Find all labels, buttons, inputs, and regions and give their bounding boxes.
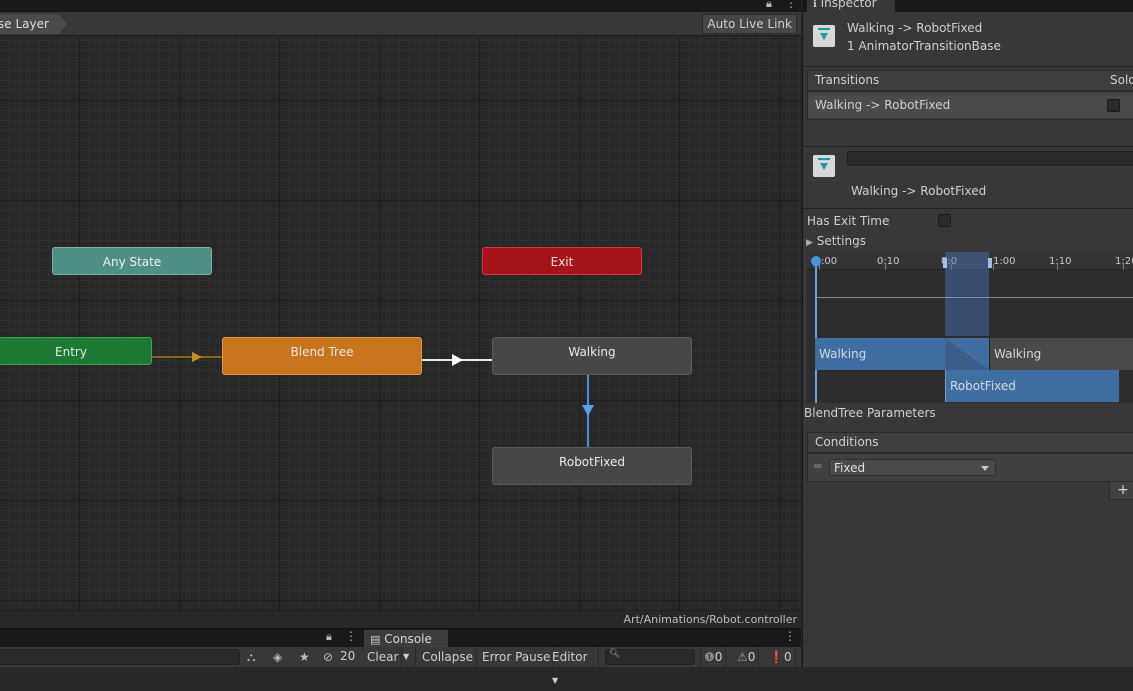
- state-robot-fixed[interactable]: RobotFixed: [492, 447, 692, 485]
- lock-icon[interactable]: 🔒︎: [766, 0, 772, 11]
- transition-detail-title: Walking -> RobotFixed: [851, 184, 987, 198]
- object-title: Walking -> RobotFixed: [847, 21, 983, 35]
- has-exit-time-checkbox[interactable]: [938, 214, 951, 227]
- console-icon: ▤: [370, 633, 381, 646]
- transition-object-icon: [813, 25, 835, 47]
- transition-row-label: Walking -> RobotFixed: [815, 98, 951, 112]
- transitions-list-header: Transitions Solo: [807, 70, 1133, 91]
- clip-blend-triangle: [945, 338, 989, 370]
- more-menu-icon[interactable]: ⋮: [345, 629, 357, 643]
- log-filter-toggle[interactable]: ❶0: [700, 647, 727, 667]
- add-condition-button[interactable]: +: [1109, 482, 1133, 500]
- project-toolbar: ⛬ ◈ ★ ⊘ 20: [0, 647, 362, 667]
- divider: [803, 66, 1133, 67]
- auto-live-link-button[interactable]: Auto Live Link: [702, 14, 797, 34]
- favorites-star-icon[interactable]: ★: [299, 650, 310, 664]
- state-exit[interactable]: Exit: [482, 247, 642, 275]
- conditions-list: ═ Fixed: [807, 453, 1133, 482]
- timeline-label: 0:10: [877, 256, 900, 267]
- weight-curve: [817, 297, 1133, 298]
- filter-by-type-icon[interactable]: ⛬: [247, 650, 255, 664]
- state-walking[interactable]: Walking: [492, 337, 692, 375]
- clear-options-dropdown[interactable]: ▼: [400, 647, 416, 667]
- transition-row[interactable]: Walking -> RobotFixed: [808, 95, 1133, 117]
- warning-icon: ⚠: [737, 650, 748, 664]
- settings-label: Settings: [816, 234, 866, 248]
- object-subtitle: 1 AnimatorTransitionBase: [847, 39, 1001, 53]
- collapse-button[interactable]: Collapse: [419, 647, 477, 667]
- info-icon: ❶: [704, 650, 715, 664]
- timeline-label: :00: [821, 256, 838, 267]
- error-pause-button[interactable]: Error Pause: [479, 647, 555, 667]
- project-search-input[interactable]: [0, 649, 240, 665]
- transition-end-handle[interactable]: [988, 258, 992, 268]
- state-machine-graph[interactable]: [0, 37, 801, 610]
- inspector-tab-bar: ℹ Inspector: [803, 0, 1133, 12]
- error-filter-toggle[interactable]: ❗0: [766, 647, 796, 667]
- foldout-arrow-icon: ▶: [806, 238, 813, 248]
- breadcrumb-base-layer[interactable]: se Layer: [0, 14, 67, 34]
- animator-tab-bar: 🔒︎ ⋮: [0, 0, 801, 12]
- divider: [803, 146, 1133, 147]
- hidden-packages-eye-icon[interactable]: ⊘: [323, 650, 333, 664]
- console-toolbar: Clear ▼ Collapse Error Pause Editor ▼ 🔍︎…: [362, 647, 801, 685]
- transitions-list: Walking -> RobotFixed: [807, 91, 1133, 120]
- warning-filter-toggle[interactable]: ⚠0: [734, 647, 760, 667]
- blendtree-parameters-label: BlendTree Parameters: [804, 406, 936, 420]
- transition-duration-region[interactable]: [945, 252, 989, 336]
- controller-path-bar: Art/Animations/Robot.controller: [0, 610, 801, 628]
- plus-icon: +: [1117, 482, 1129, 498]
- console-tab-bar: ▤ Console ⋮: [362, 628, 801, 648]
- project-tab-bar: 🔒︎ ⋮: [0, 628, 362, 647]
- console-search-input[interactable]: 🔍︎: [605, 649, 695, 665]
- editor-target-dropdown[interactable]: Editor ▼: [549, 647, 599, 685]
- timeline-label: 1:10: [1049, 256, 1072, 267]
- divider: [803, 208, 1133, 209]
- inspector-window: ℹ Inspector Walking -> RobotFixed 1 Anim…: [802, 0, 1133, 667]
- info-icon: ℹ: [813, 0, 817, 10]
- tab-console[interactable]: ▤ Console: [364, 630, 448, 648]
- condition-parameter-dropdown[interactable]: Fixed: [829, 459, 996, 476]
- conditions-header-label: Conditions: [815, 435, 879, 449]
- animator-window: 🔒︎ ⋮ se Layer Auto Live Link Any State E…: [0, 0, 801, 628]
- console-tab-label: Console: [384, 632, 432, 646]
- more-menu-icon[interactable]: ⋮: [785, 0, 797, 10]
- solo-checkbox[interactable]: [1107, 99, 1120, 112]
- clear-button[interactable]: Clear: [364, 647, 403, 667]
- solo-header-label: Solo: [1110, 73, 1133, 87]
- animator-toolbar: se Layer Auto Live Link: [0, 12, 801, 36]
- settings-foldout[interactable]: ▶ Settings: [806, 234, 866, 248]
- search-icon: 🔍︎: [609, 649, 621, 659]
- conditions-list-header: Conditions: [807, 432, 1133, 453]
- transition-name-field[interactable]: [847, 151, 1133, 166]
- error-icon: ❗: [769, 650, 784, 664]
- inspector-tab-label: Inspector: [820, 0, 877, 10]
- tab-inspector[interactable]: ℹ Inspector: [807, 0, 895, 12]
- transition-detail-icon: [813, 155, 835, 177]
- state-any-state[interactable]: Any State: [52, 247, 212, 275]
- transitions-header-label: Transitions: [815, 73, 880, 87]
- drag-handle-icon[interactable]: ═: [814, 459, 821, 473]
- clip-robot-fixed[interactable]: RobotFixed: [945, 370, 1119, 402]
- bottom-panel: 🔒︎ ⋮ ▤ Console ⋮ ⛬ ◈ ★ ⊘ 20 Clear ▼ Coll…: [0, 628, 801, 685]
- more-menu-icon[interactable]: ⋮: [784, 629, 796, 643]
- filter-by-label-icon[interactable]: ◈: [273, 650, 282, 664]
- playhead[interactable]: [815, 258, 817, 403]
- hidden-packages-count: 20: [340, 649, 356, 663]
- has-exit-time-label: Has Exit Time: [807, 214, 890, 228]
- clip-walking-continued[interactable]: Walking: [989, 338, 1133, 370]
- transition-start-handle[interactable]: [943, 258, 947, 268]
- timeline-label: 1:00: [993, 256, 1016, 267]
- controller-path: Art/Animations/Robot.controller: [623, 613, 797, 626]
- state-entry[interactable]: Entry: [0, 337, 152, 365]
- editor-label: Editor: [552, 650, 588, 664]
- state-blend-tree[interactable]: Blend Tree: [222, 337, 422, 375]
- timeline-label: 1:20: [1115, 256, 1133, 267]
- lock-icon[interactable]: 🔒︎: [326, 630, 332, 644]
